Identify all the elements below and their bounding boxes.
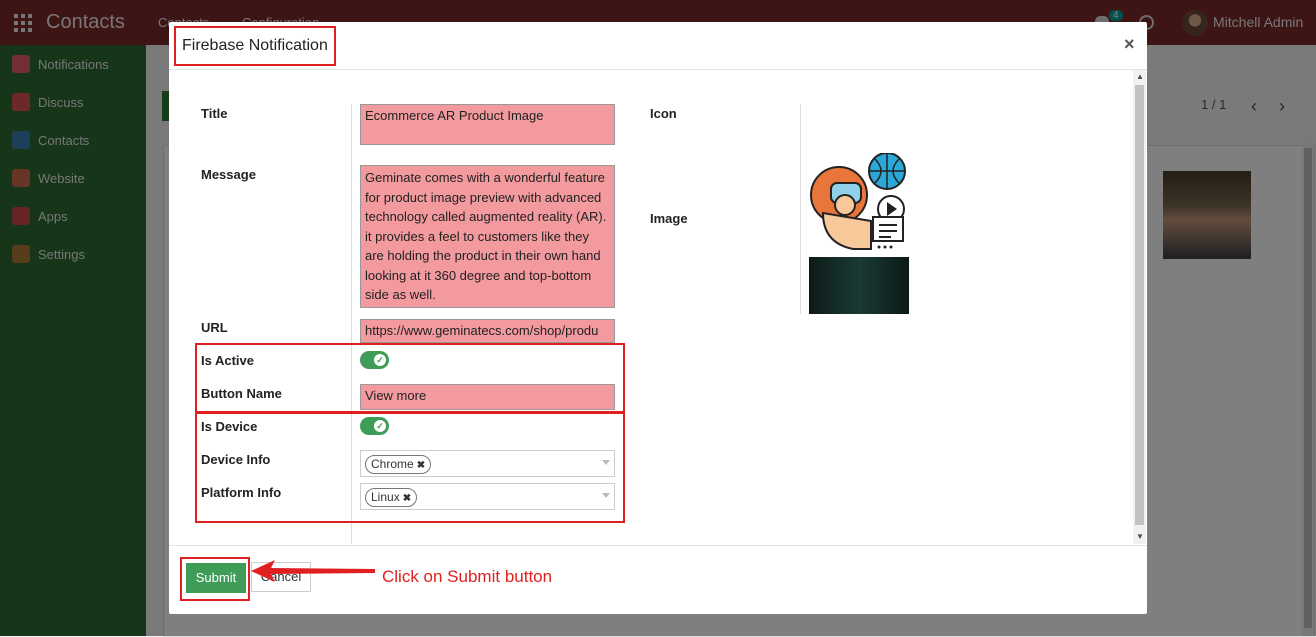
annotation-text: Click on Submit button xyxy=(382,567,553,586)
annotation-arrow-icon xyxy=(251,560,375,582)
remove-tag-icon[interactable]: ✖ xyxy=(403,493,411,504)
chevron-down-icon[interactable] xyxy=(602,460,610,465)
notification-image[interactable] xyxy=(809,257,909,314)
is-device-toggle[interactable]: ✓ xyxy=(360,417,389,435)
remove-tag-icon[interactable]: ✖ xyxy=(417,460,425,471)
modal-footer: Cancel Submit Click on Submit button xyxy=(169,545,1147,615)
modal-header: Firebase Notification × xyxy=(169,22,1147,70)
scroll-down-icon[interactable]: ▼ xyxy=(1136,532,1144,541)
device-tag: Chrome ✖ xyxy=(365,455,432,474)
firebase-notification-dialog: Firebase Notification × Title Ecommerce … xyxy=(169,22,1147,614)
platform-tag-label: Linux xyxy=(371,490,400,504)
button-name-input[interactable]: View more xyxy=(360,384,615,410)
button-name-label: Button Name xyxy=(201,386,282,401)
column-separator xyxy=(800,104,801,314)
close-icon[interactable]: × xyxy=(1124,34,1135,55)
platform-info-select[interactable]: Linux ✖ xyxy=(360,483,615,510)
submit-highlight-box: Submit xyxy=(180,557,250,601)
title-label: Title xyxy=(201,106,228,121)
check-icon: ✓ xyxy=(374,420,386,432)
chevron-down-icon[interactable] xyxy=(602,493,610,498)
scroll-up-icon[interactable]: ▲ xyxy=(1136,72,1144,81)
title-highlight-box: Firebase Notification xyxy=(174,26,336,66)
is-active-label: Is Active xyxy=(201,353,254,368)
device-info-select[interactable]: Chrome ✖ xyxy=(360,450,615,477)
title-input[interactable]: Ecommerce AR Product Image xyxy=(360,104,615,145)
is-active-toggle[interactable]: ✓ xyxy=(360,351,389,369)
is-device-label: Is Device xyxy=(201,419,258,434)
message-label: Message xyxy=(201,167,256,182)
url-label: URL xyxy=(201,320,228,335)
device-info-label: Device Info xyxy=(201,452,271,467)
image-label: Image xyxy=(650,211,688,226)
ar-headset-icon[interactable] xyxy=(809,153,909,251)
modal-scrollbar[interactable]: ▲ ▼ xyxy=(1133,70,1146,544)
device-tag-label: Chrome xyxy=(371,457,414,471)
message-textarea[interactable]: Geminate comes with a wonderful feature … xyxy=(360,165,615,308)
submit-button[interactable]: Submit xyxy=(186,563,246,593)
modal-body: Title Ecommerce AR Product Image Message… xyxy=(169,70,1147,544)
check-icon: ✓ xyxy=(374,354,386,366)
modal-title: Firebase Notification xyxy=(182,37,328,54)
scroll-thumb[interactable] xyxy=(1135,85,1144,525)
icon-label: Icon xyxy=(650,106,677,121)
platform-info-label: Platform Info xyxy=(201,485,282,500)
url-input[interactable]: https://www.geminatecs.com/shop/produ xyxy=(360,319,615,343)
platform-tag: Linux ✖ xyxy=(365,488,418,507)
